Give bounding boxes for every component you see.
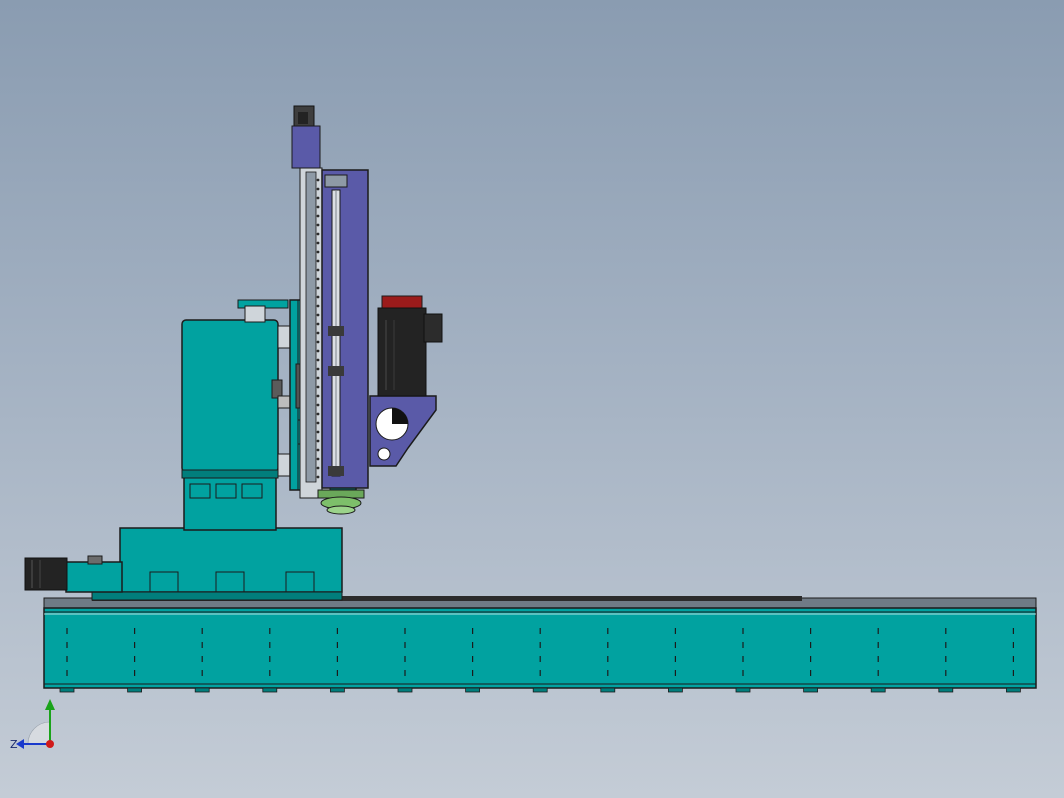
rail-hole bbox=[316, 430, 320, 434]
axis-triad: Z bbox=[10, 699, 55, 751]
base-rail[interactable] bbox=[43, 596, 1037, 693]
rail-hole bbox=[316, 457, 320, 461]
rail-hole bbox=[316, 421, 320, 425]
rail-foot bbox=[803, 687, 818, 693]
rail-foot bbox=[465, 687, 481, 693]
rail-foot bbox=[127, 687, 142, 693]
gantry-machine-model[interactable] bbox=[0, 0, 1064, 798]
rail-hole bbox=[316, 340, 320, 344]
rail-foot bbox=[600, 687, 616, 693]
cad-viewport[interactable]: Z bbox=[0, 0, 1064, 798]
rail-hole bbox=[316, 268, 320, 272]
rail-foot bbox=[870, 687, 886, 693]
z-axis-slide[interactable] bbox=[299, 167, 369, 499]
rail-hole bbox=[316, 250, 320, 254]
rail-hole bbox=[316, 394, 320, 398]
rail-hole bbox=[316, 223, 320, 227]
rail-hole bbox=[316, 358, 320, 362]
rail-hole bbox=[316, 196, 320, 200]
rail-hole bbox=[316, 214, 320, 218]
rail-hole bbox=[316, 448, 320, 452]
tool-head[interactable] bbox=[317, 489, 365, 515]
rail-foot bbox=[262, 687, 278, 693]
rail-foot bbox=[735, 687, 751, 693]
rail-hole bbox=[316, 376, 320, 380]
rail-hole bbox=[316, 187, 320, 191]
rail-hole bbox=[316, 475, 320, 479]
rail-hole bbox=[316, 205, 320, 209]
rail-hole bbox=[316, 304, 320, 308]
rail-hole bbox=[316, 241, 320, 245]
rail-hole bbox=[316, 403, 320, 407]
rail-hole bbox=[316, 259, 320, 263]
rail-foot bbox=[59, 687, 75, 693]
x-axis-motor[interactable] bbox=[24, 557, 68, 591]
y-axis-arrowhead bbox=[45, 699, 55, 710]
rail-hole bbox=[316, 322, 320, 326]
spindle-motor[interactable] bbox=[377, 295, 443, 397]
rail-hole bbox=[316, 349, 320, 353]
rail-hole bbox=[316, 439, 320, 443]
rail-hole bbox=[316, 466, 320, 470]
rail-foot bbox=[668, 687, 683, 693]
rail-hole bbox=[316, 295, 320, 299]
rail-foot bbox=[938, 687, 954, 693]
x-axis-dot bbox=[46, 740, 54, 748]
z-axis-label: Z bbox=[10, 738, 18, 751]
rail-hole bbox=[316, 286, 320, 290]
rail-hole bbox=[316, 385, 320, 389]
rail-foot bbox=[397, 687, 413, 693]
rail-hole bbox=[316, 412, 320, 416]
rail-foot bbox=[194, 687, 210, 693]
rail-foot bbox=[329, 687, 345, 693]
rail-hole bbox=[316, 178, 320, 182]
rail-feet bbox=[59, 687, 1021, 693]
z-axis-motor[interactable] bbox=[291, 105, 321, 169]
rail-hole bbox=[316, 367, 320, 371]
rail-hole bbox=[316, 277, 320, 281]
rail-hole bbox=[316, 313, 320, 317]
rail-hole bbox=[316, 331, 320, 335]
rail-hole bbox=[316, 232, 320, 236]
triad-quadrant bbox=[27, 721, 51, 745]
rail-foot bbox=[1006, 687, 1021, 693]
rail-foot bbox=[532, 687, 548, 693]
spindle-bracket[interactable] bbox=[369, 395, 437, 467]
